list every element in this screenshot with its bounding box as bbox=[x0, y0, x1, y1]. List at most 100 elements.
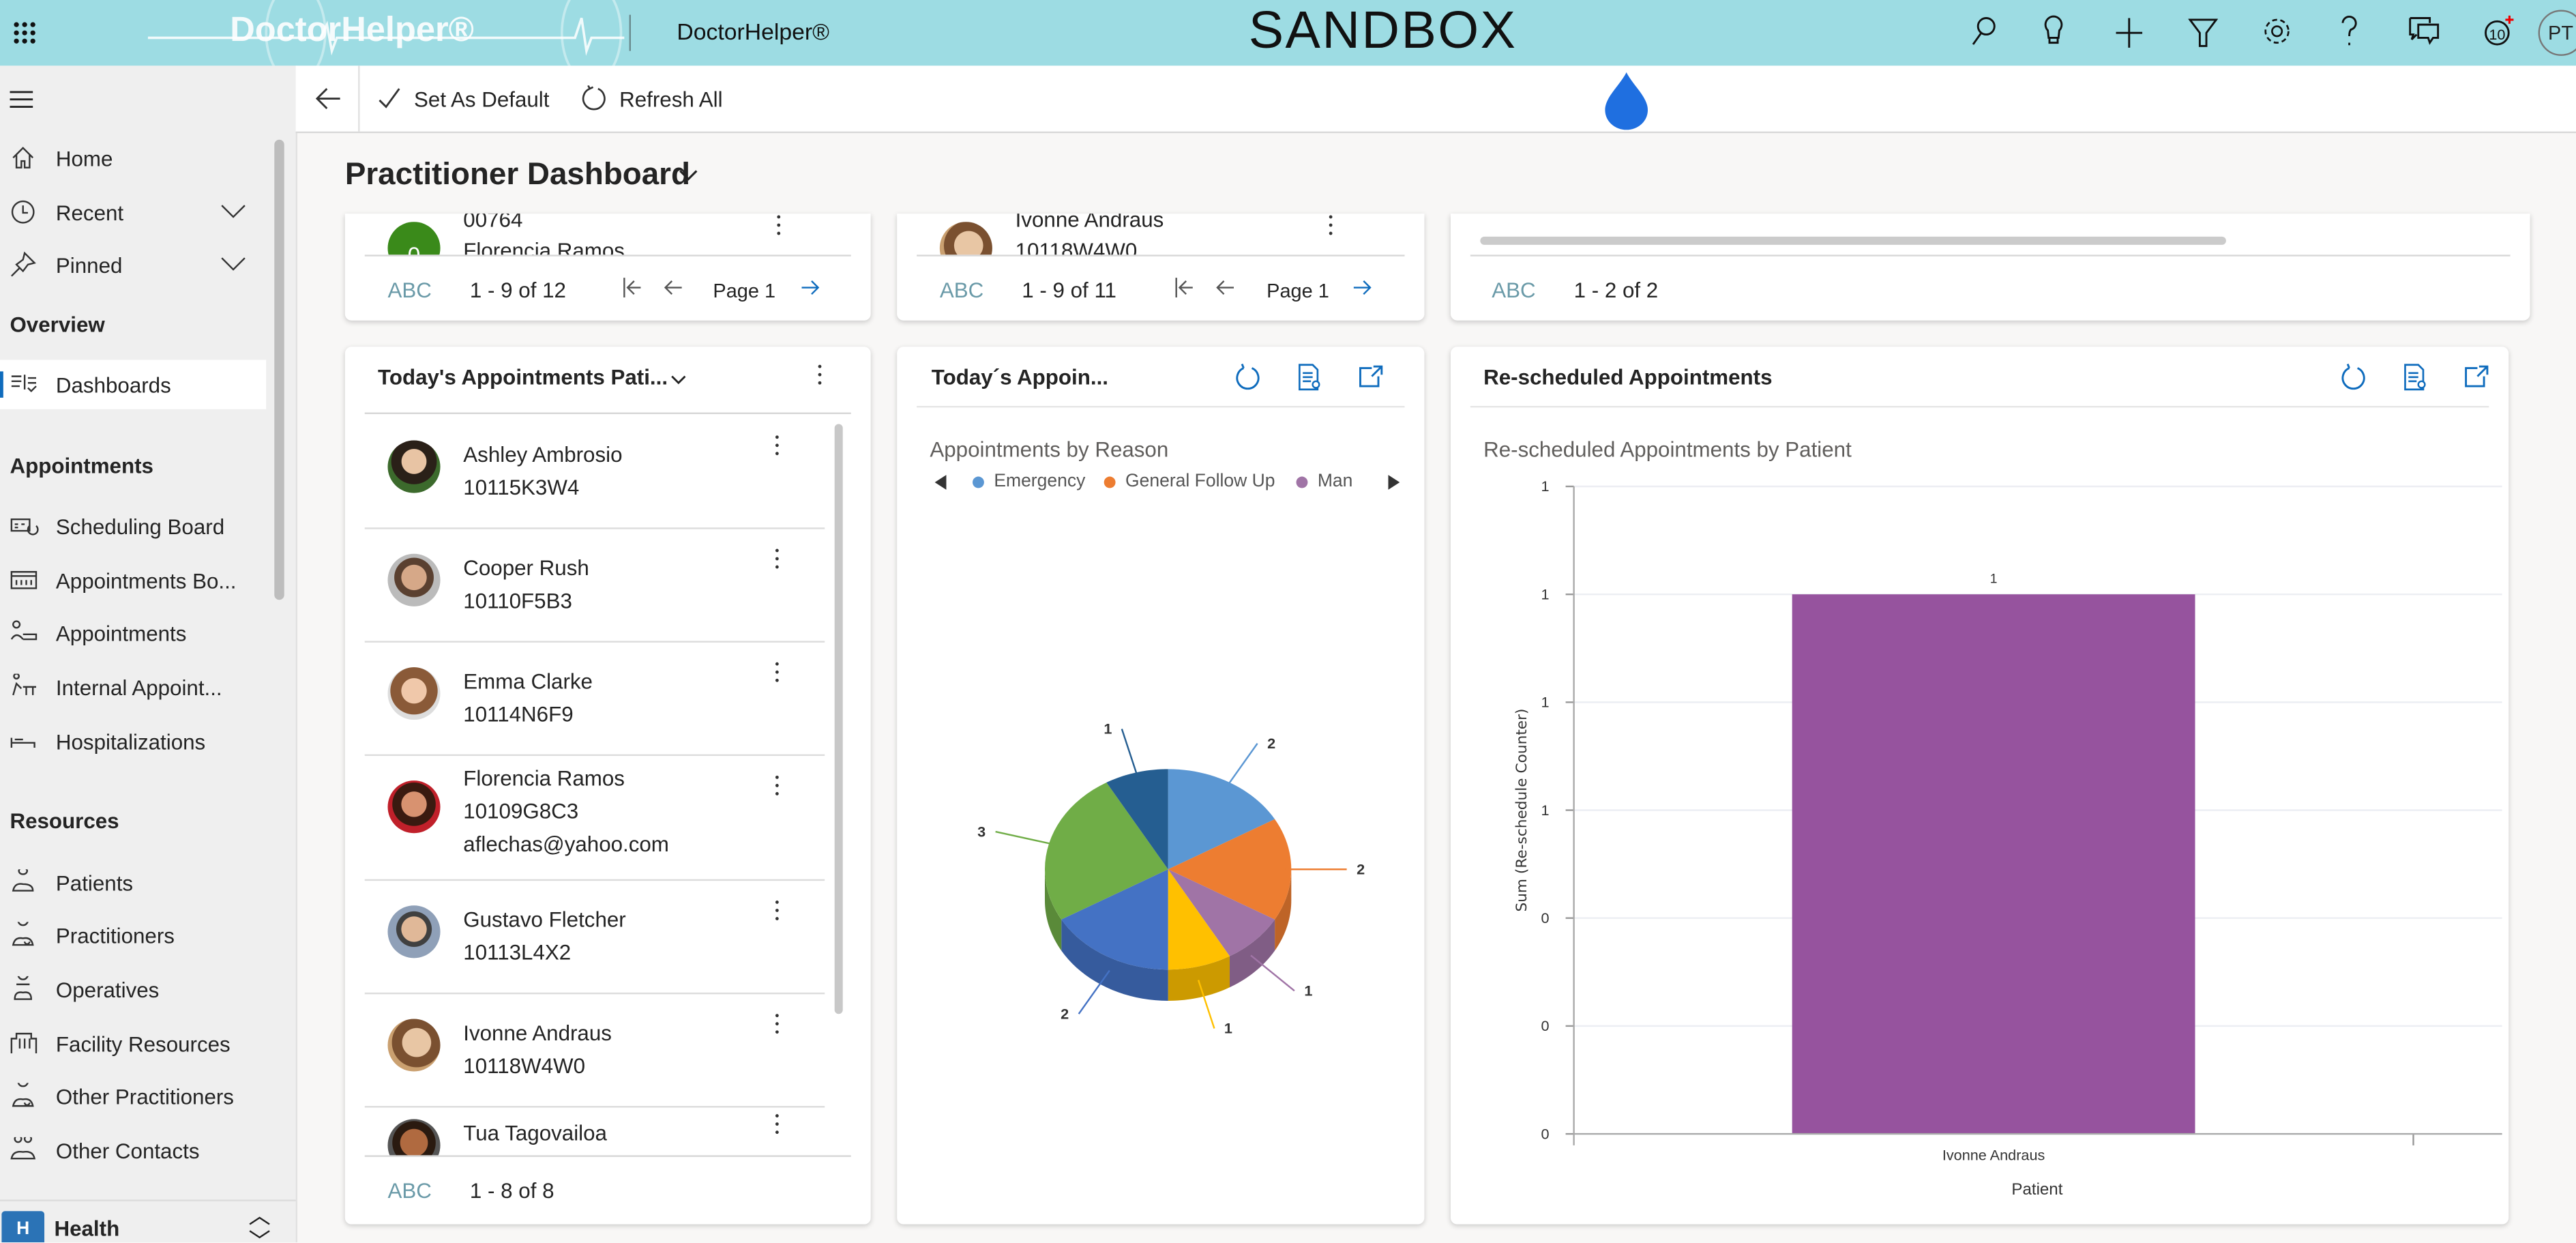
help-icon[interactable] bbox=[2338, 15, 2361, 51]
first-page-icon[interactable] bbox=[621, 276, 645, 299]
patient-photo bbox=[387, 553, 441, 606]
card-more-options-icon[interactable] bbox=[816, 364, 823, 392]
app-launcher-icon[interactable] bbox=[12, 20, 38, 46]
area-switcher-chevron-icon[interactable] bbox=[246, 1216, 273, 1240]
abc-filter[interactable]: ABC bbox=[387, 278, 431, 302]
filter-icon[interactable] bbox=[2188, 16, 2218, 49]
sidebar-item-dashboards[interactable]: Dashboards bbox=[0, 360, 267, 409]
divider bbox=[364, 1155, 851, 1157]
card-title: Today's Appointments Pati... bbox=[378, 364, 668, 390]
sidebar-item-pinned[interactable]: Pinned bbox=[0, 240, 266, 289]
sidebar-item-home[interactable]: Home bbox=[0, 133, 266, 182]
calendar-icon bbox=[10, 571, 38, 589]
patient-photo bbox=[387, 780, 441, 834]
hamburger-menu-icon[interactable] bbox=[10, 90, 36, 110]
horizontal-scrollbar[interactable] bbox=[1480, 236, 2226, 245]
more-options-icon[interactable] bbox=[774, 775, 781, 802]
patient-name: Cooper Rush bbox=[463, 555, 589, 581]
back-arrow-icon[interactable] bbox=[315, 87, 342, 111]
list-item[interactable]: Ivonne Andraus 10118W4W0 bbox=[365, 993, 825, 1106]
sidebar-item-patients[interactable]: Patients bbox=[0, 858, 266, 907]
sidebar-item-appointments[interactable]: Appointments bbox=[0, 608, 266, 657]
refresh-all-button[interactable]: Refresh All bbox=[582, 82, 730, 115]
chat-icon[interactable] bbox=[2408, 15, 2441, 48]
sidebar-item-appointments-bo[interactable]: Appointments Bo... bbox=[0, 555, 266, 604]
more-options-icon[interactable] bbox=[775, 215, 782, 242]
pie-data-label: 3 bbox=[977, 823, 986, 840]
more-options-icon[interactable] bbox=[1327, 215, 1334, 242]
sidebar-item-internal-appoint[interactable]: Internal Appoint... bbox=[0, 662, 266, 712]
lightbulb-icon[interactable] bbox=[2041, 15, 2067, 48]
y-tick-label: 1 bbox=[1541, 694, 1549, 711]
y-tick-label: 1 bbox=[1541, 478, 1549, 495]
patient-name: Ashley Ambrosio bbox=[463, 441, 623, 467]
building-icon bbox=[10, 1032, 38, 1054]
pie-data-label: 1 bbox=[1104, 720, 1112, 737]
top-list-card-2: Ivonne Andraus 10118W4W0 ABC 1 - 9 of 11… bbox=[897, 214, 1425, 321]
top-bar: DoctorHelper® DoctorHelper® SANDBOX 10 P… bbox=[0, 0, 2576, 66]
sidebar-item-hospitalizations[interactable]: Hospitalizations bbox=[0, 716, 266, 765]
plus-icon[interactable] bbox=[2114, 16, 2144, 49]
sidebar-item-other-practitioners[interactable]: Other Practitioners bbox=[0, 1072, 266, 1121]
practitioner-icon bbox=[12, 922, 34, 946]
more-options-icon[interactable] bbox=[774, 435, 781, 462]
patient-photo bbox=[387, 905, 441, 959]
patient-email: aflechas@yahoo.com bbox=[463, 831, 669, 856]
list-item[interactable]: Cooper Rush 10110F5B3 bbox=[365, 527, 825, 641]
abc-filter[interactable]: ABC bbox=[387, 1178, 431, 1203]
sidebar-item-facility-resources[interactable]: Facility Resources bbox=[0, 1019, 266, 1068]
area-switcher-label[interactable]: Health bbox=[54, 1216, 119, 1241]
list-item[interactable]: Ashley Ambrosio 10115K3W4 bbox=[365, 414, 825, 527]
more-options-icon[interactable] bbox=[774, 1114, 781, 1141]
logo-text: DoctorHelper® bbox=[230, 11, 474, 50]
more-options-icon[interactable] bbox=[774, 662, 781, 689]
dashboard-icon bbox=[11, 375, 37, 392]
record-id[interactable]: 00764 bbox=[463, 214, 522, 231]
next-page-icon[interactable] bbox=[1350, 276, 1374, 299]
home-icon bbox=[12, 147, 34, 169]
first-page-icon[interactable] bbox=[1173, 276, 1196, 299]
sidebar-item-label: Appointments Bo... bbox=[55, 568, 237, 593]
sidebar-scrollbar[interactable] bbox=[274, 139, 284, 600]
app-name[interactable]: DoctorHelper® bbox=[677, 18, 829, 44]
patient-name: Emma Clarke bbox=[463, 669, 593, 694]
record-name[interactable]: Ivonne Andraus bbox=[1016, 214, 1164, 231]
sidebar-item-label: Operatives bbox=[55, 977, 160, 1002]
previous-page-icon[interactable] bbox=[1214, 276, 1237, 299]
abc-filter[interactable]: ABC bbox=[940, 278, 983, 302]
sidebar-item-label: Internal Appoint... bbox=[55, 674, 222, 699]
list-footer: ABC 1 - 9 of 12 Page 1 bbox=[344, 254, 871, 321]
sidebar-item-practitioners[interactable]: Practitioners bbox=[0, 910, 266, 959]
set-as-default-button[interactable]: Set As Default bbox=[374, 82, 555, 115]
more-options-icon[interactable] bbox=[774, 1014, 781, 1040]
pie-data-label: 1 bbox=[1304, 982, 1312, 999]
divider bbox=[358, 65, 360, 132]
sidebar-item-label: Recent bbox=[55, 199, 124, 224]
sidebar-item-operatives[interactable]: Operatives bbox=[0, 965, 266, 1014]
search-icon[interactable] bbox=[1968, 15, 1998, 48]
list-item[interactable]: Gustavo Fletcher 10113L4X2 bbox=[365, 879, 825, 993]
settings-icon[interactable] bbox=[2261, 15, 2294, 48]
sidebar-item-scheduling-board[interactable]: Scheduling Board bbox=[0, 501, 266, 551]
sidebar-item-recent[interactable]: Recent bbox=[0, 188, 266, 237]
more-options-icon[interactable] bbox=[774, 901, 781, 927]
sidebar-item-other-contacts[interactable]: Other Contacts bbox=[0, 1126, 266, 1175]
bar[interactable] bbox=[1792, 594, 2195, 1135]
divider bbox=[629, 14, 631, 51]
previous-page-icon[interactable] bbox=[662, 276, 685, 299]
patient-id: 10118W4W0 bbox=[463, 1053, 585, 1079]
list-item[interactable]: Florencia Ramos 10109G8C3 aflechas@yahoo.c… bbox=[365, 755, 825, 879]
view-selector[interactable]: Today's Appointments Pati... bbox=[378, 365, 698, 394]
list-scrollbar[interactable] bbox=[834, 424, 843, 1014]
chevron-down-icon[interactable] bbox=[220, 257, 247, 273]
list-item[interactable]: Emma Clarke 10114N6F9 bbox=[365, 641, 825, 754]
user-avatar[interactable]: PT bbox=[2538, 10, 2576, 56]
chevron-down-icon[interactable] bbox=[220, 204, 247, 220]
notifications-icon[interactable]: 10 bbox=[2481, 15, 2517, 51]
environment-label: SANDBOX bbox=[1248, 0, 1518, 59]
patient-name: Florencia Ramos bbox=[463, 765, 625, 791]
internal-appointment-icon bbox=[12, 673, 36, 696]
next-page-icon[interactable] bbox=[799, 276, 822, 299]
more-options-icon[interactable] bbox=[774, 549, 781, 576]
abc-filter[interactable]: ABC bbox=[1492, 278, 1535, 302]
